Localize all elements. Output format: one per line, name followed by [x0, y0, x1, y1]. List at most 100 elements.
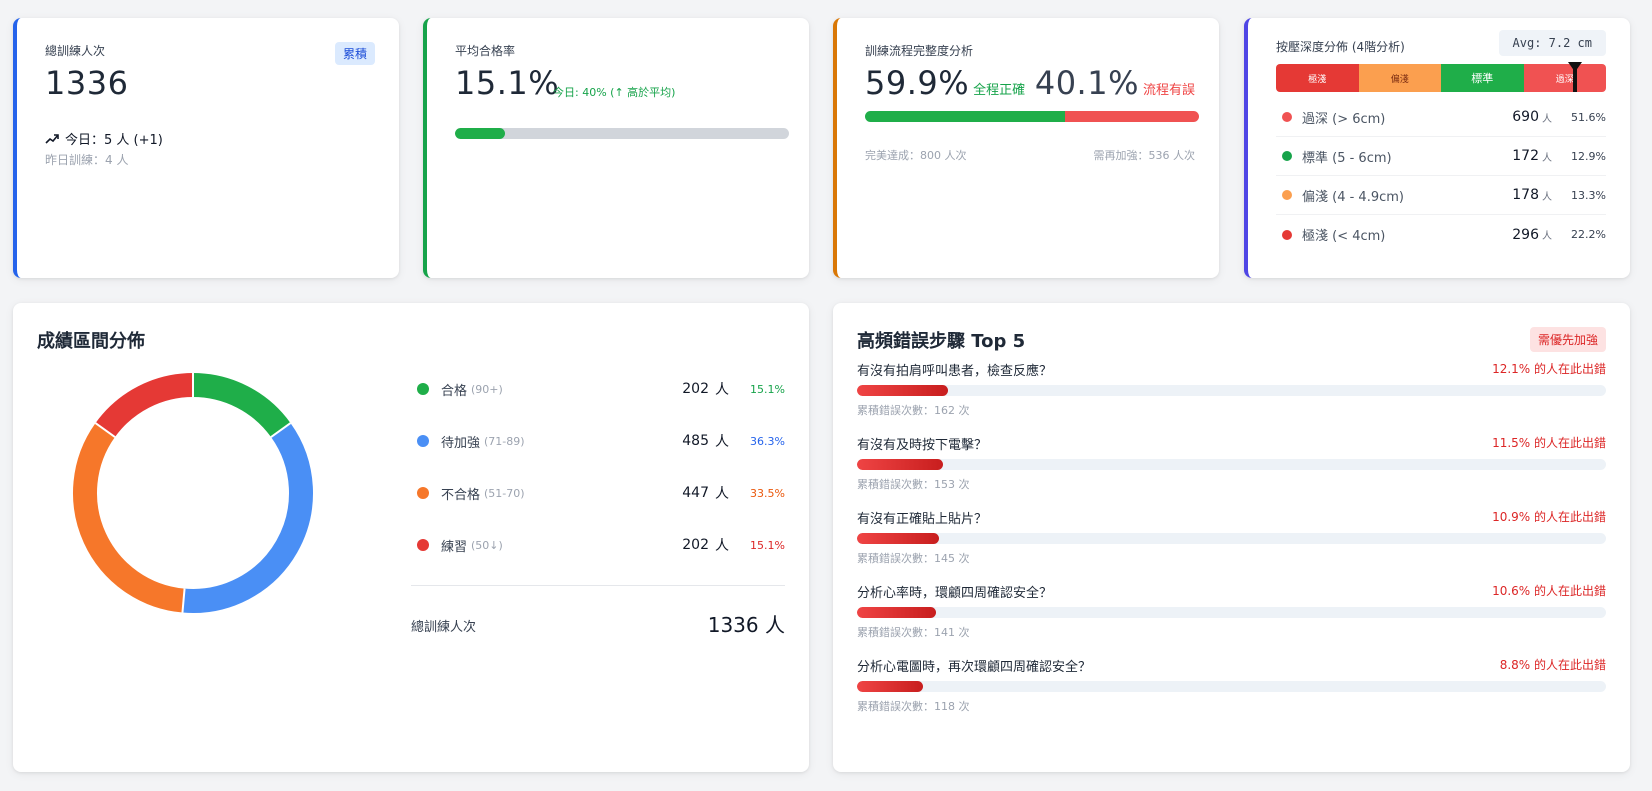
total-trainees-label: 總訓練人次 [45, 44, 106, 58]
depth-pct: 22.2% [1571, 228, 1606, 241]
depth-dot [1282, 190, 1292, 200]
error-item: 分析心電圖時，再次環顧四周確認安全？ 8.8% 的人在此出錯 累積錯誤次數：11… [857, 656, 1606, 714]
error-item: 有沒有及時按下電擊？ 11.5% 的人在此出錯 累積錯誤次數：153 次 [857, 434, 1606, 492]
depth-segment-shallow: 偏淺 [1358, 64, 1441, 92]
error-rate: 8.8% 的人在此出錯 [1499, 658, 1606, 672]
pass-rate-value: 15.1% [455, 64, 560, 102]
legend-range: (50↓) [471, 538, 503, 552]
score-legend-row: 不合格 (51-70) 447 人 33.5% [411, 467, 785, 519]
depth-unit: 人 [1542, 152, 1552, 164]
legend-dot [417, 539, 429, 551]
legend-dot [417, 435, 429, 447]
total-trainees-card: 總訓練人次 累積 1336 今日：5 人 (+1) 昨日訓練：4 人 [13, 18, 399, 278]
error-item: 分析心率時，環顧四周確認安全？ 10.6% 的人在此出錯 累積錯誤次數：141 … [857, 582, 1606, 640]
total-trainees-summary-label: 總訓練人次 [411, 620, 477, 635]
depth-label: 標準 (5 - 6cm) [1302, 150, 1392, 166]
legend-range: (71-89) [484, 434, 525, 448]
depth-segment-very-shallow: 極淺 [1276, 64, 1359, 92]
legend-unit: 人 [715, 382, 729, 398]
legend-pct: 15.1% [750, 538, 785, 552]
score-legend-row: 練習 (50↓) 202 人 15.1% [411, 519, 785, 571]
error-bar-track [857, 607, 1606, 618]
error-rate: 11.5% 的人在此出錯 [1492, 436, 1606, 450]
depth-unit: 人 [1542, 191, 1552, 203]
depth-row: 過深 (> 6cm) 690 人 51.6% [1276, 98, 1606, 137]
score-legend-row: 合格 (90+) 202 人 15.1% [411, 363, 785, 415]
legend-count: 485 [682, 433, 709, 449]
today-trainees-text: 今日：5 人 (+1) [65, 133, 163, 148]
depth-count: 172 [1512, 148, 1539, 164]
legend-name: 不合格 [441, 487, 481, 503]
depth-count: 690 [1512, 109, 1539, 125]
depth-unit: 人 [1542, 113, 1552, 125]
flow-error-pct: 40.1% [1034, 64, 1139, 102]
legend-pct: 36.3% [750, 434, 785, 448]
error-item: 有沒有拍肩呼叫患者，檢查反應？ 12.1% 的人在此出錯 累積錯誤次數：162 … [857, 360, 1606, 418]
error-bar-track [857, 681, 1606, 692]
score-legend-row: 待加強 (71-89) 485 人 36.3% [411, 415, 785, 467]
depth-unit: 人 [1542, 231, 1552, 242]
flow-perfect-count: 完美達成：800 人次 [865, 149, 967, 162]
error-bar-fill [857, 459, 944, 470]
legend-unit: 人 [715, 434, 729, 450]
pass-rate-card: 平均合格率 15.1% 今日: 40% (↑ 高於平均) [423, 18, 809, 278]
total-trainees-summary-value: 1336 人 [707, 613, 785, 637]
today-trainees: 今日：5 人 (+1) [45, 129, 163, 148]
error-rate: 12.1% 的人在此出錯 [1492, 362, 1606, 376]
flow-correct-tag: 全程正確 [973, 83, 1026, 98]
error-count: 累積錯誤次數：153 次 [857, 478, 970, 491]
legend-name: 練習 [441, 539, 468, 555]
legend-dot [417, 383, 429, 395]
error-bar-fill [857, 533, 939, 544]
legend-divider [411, 585, 785, 586]
error-count: 累積錯誤次數：118 次 [857, 700, 970, 713]
depth-pct: 12.9% [1571, 149, 1606, 163]
legend-range: (90+) [471, 382, 503, 396]
pass-rate-label: 平均合格率 [455, 44, 516, 58]
pass-rate-today-note: 今日: 40% (↑ 高於平均) [553, 86, 676, 99]
depth-segment-standard: 標準 [1441, 64, 1524, 92]
legend-count: 202 [682, 381, 709, 397]
avg-depth-marker-head [1567, 62, 1582, 72]
donut-slice-練習 [95, 373, 194, 438]
error-count: 累積錯誤次數：145 次 [857, 552, 970, 565]
total-trainees-value: 1336 [45, 64, 129, 102]
error-bar-track [857, 385, 1606, 396]
compression-depth-card: 按壓深度分佈 (4階分析) Avg: 7.2 cm 極淺 偏淺 標準 過深 過深… [1244, 18, 1630, 278]
flow-split-bar [865, 111, 1199, 122]
flow-correct-group: 59.9% 全程正確 [865, 64, 1025, 102]
legend-name: 合格 [441, 383, 468, 399]
score-legend: 合格 (90+) 202 人 15.1% 待加強 (71-89) 485 人 3… [411, 363, 785, 571]
legend-unit: 人 [715, 538, 729, 554]
score-distribution-card: 成績區間分佈 合格 (90+) 202 人 15.1% 待加強 (71-89) … [13, 303, 809, 772]
score-distribution-title: 成績區間分佈 [37, 331, 145, 352]
flow-completeness-label: 訓練流程完整度分析 [865, 44, 974, 58]
error-item: 有沒有正確貼上貼片？ 10.9% 的人在此出錯 累積錯誤次數：145 次 [857, 508, 1606, 566]
flow-error-tag: 流程有誤 [1142, 83, 1195, 98]
legend-pct: 33.5% [750, 486, 785, 500]
depth-pct: 51.6% [1571, 110, 1606, 124]
top-errors-title: 高頻錯誤步驟 Top 5 [857, 331, 1026, 352]
flow-correct-segment [865, 111, 1066, 122]
legend-range: (51-70) [484, 486, 525, 500]
score-donut-chart [73, 373, 313, 613]
compression-depth-label: 按壓深度分佈 (4階分析) [1276, 40, 1405, 54]
depth-row: 標準 (5 - 6cm) 172 人 12.9% [1276, 137, 1606, 176]
depth-scale-bar: 極淺 偏淺 標準 過深 [1276, 64, 1606, 92]
donut-slice-待加強 [182, 423, 313, 613]
depth-row: 極淺 (< 4cm) 296 人 22.2% [1276, 215, 1606, 254]
error-bar-fill [857, 385, 948, 396]
legend-count: 202 [682, 537, 709, 553]
depth-dot [1282, 229, 1292, 240]
yesterday-trainees: 昨日訓練：4 人 [45, 153, 129, 167]
depth-segment-too-deep: 過深 [1523, 64, 1606, 92]
flow-correct-pct: 59.9% [865, 64, 970, 102]
error-bar-fill [857, 607, 937, 618]
trend-up-icon [45, 133, 59, 144]
priority-badge: 需優先加強 [1529, 327, 1606, 352]
depth-count: 178 [1512, 187, 1539, 203]
depth-dot [1282, 112, 1292, 122]
depth-label: 過深 (> 6cm) [1302, 111, 1386, 127]
flow-error-group: 40.1% 流程有誤 [1035, 64, 1195, 102]
depth-row: 偏淺 (4 - 4.9cm) 178 人 13.3% [1276, 176, 1606, 215]
